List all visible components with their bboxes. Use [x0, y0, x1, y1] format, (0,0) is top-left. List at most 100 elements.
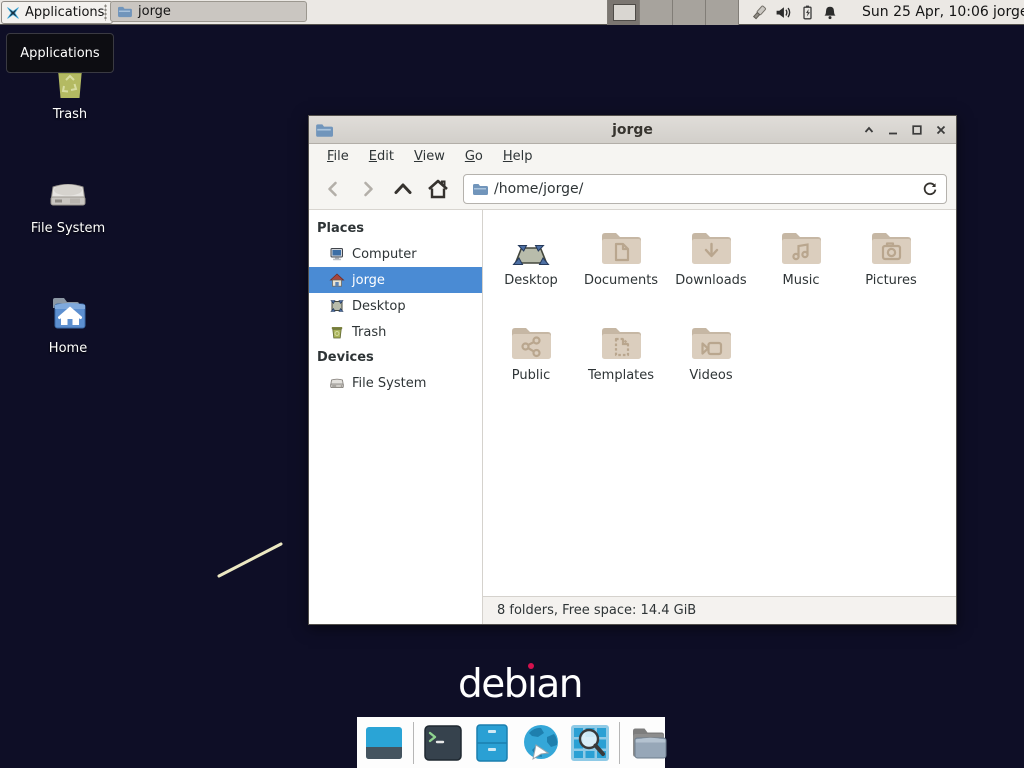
desktop-icon-file-system[interactable]: File System: [13, 170, 123, 236]
file-item-downloads[interactable]: Downloads: [666, 222, 756, 317]
workspace-3[interactable]: [673, 0, 706, 25]
tooltip-text: Applications: [20, 46, 99, 61]
desktop-icon-home[interactable]: Home: [13, 290, 123, 356]
file-label: Public: [512, 368, 550, 383]
desktop-icon-label: File System: [31, 221, 105, 236]
taskbar-window-label: jorge: [138, 4, 171, 19]
file-label: Documents: [584, 273, 658, 288]
sidebar-item-label: File System: [352, 376, 426, 391]
file-item-pictures[interactable]: Pictures: [846, 222, 936, 317]
music-folder-icon: [777, 222, 825, 270]
document-folder-icon: [597, 222, 645, 270]
sidebar-item-jorge[interactable]: jorge: [309, 267, 482, 293]
logo-text: deb: [458, 662, 527, 707]
file-item-templates[interactable]: Templates: [576, 317, 666, 412]
public-share-folder-icon: [507, 317, 555, 365]
battery-icon[interactable]: [799, 4, 815, 21]
file-label: Pictures: [865, 273, 916, 288]
path-folder-icon: [472, 182, 488, 196]
menu-help[interactable]: Help: [493, 146, 543, 167]
window-titlebar[interactable]: jorge: [309, 116, 956, 144]
forward-button[interactable]: [353, 175, 383, 203]
xfce-applications-icon: [5, 5, 21, 21]
file-item-public[interactable]: Public: [486, 317, 576, 412]
app-finder-launcher[interactable]: [570, 723, 610, 763]
file-item-documents[interactable]: Documents: [576, 222, 666, 317]
removable-device-icon[interactable]: [750, 4, 768, 22]
sidebar-item-trash[interactable]: Trash: [309, 319, 482, 345]
file-manager-window: jorge File: [308, 115, 957, 625]
path-input[interactable]: [494, 181, 916, 197]
file-label: Templates: [588, 368, 654, 383]
shade-button[interactable]: [862, 123, 875, 136]
menu-view[interactable]: View: [404, 146, 455, 167]
dock: [357, 717, 665, 768]
workspace-window-miniature: [613, 4, 636, 21]
top-panel: Applications jorge: [0, 0, 1024, 25]
menu-edit[interactable]: Edit: [359, 146, 404, 167]
show-desktop-button[interactable]: [364, 723, 404, 763]
file-label: Music: [783, 273, 820, 288]
desktop-icon: [507, 222, 555, 270]
panel-clock[interactable]: Sun 25 Apr, 10:06: [862, 0, 989, 25]
panel-handle[interactable]: [104, 4, 107, 21]
maximize-button[interactable]: [910, 123, 923, 136]
applications-tooltip: Applications: [6, 33, 114, 73]
home-button[interactable]: [423, 175, 453, 203]
path-bar[interactable]: [463, 174, 947, 204]
desktop-icon: [329, 298, 345, 314]
terminal-launcher[interactable]: [423, 723, 463, 763]
notifications-bell-icon[interactable]: [822, 5, 838, 21]
desktop-icon-label: Home: [49, 341, 87, 356]
back-button[interactable]: [318, 175, 348, 203]
applications-menu-button[interactable]: Applications: [1, 1, 113, 24]
menu-go[interactable]: Go: [455, 146, 493, 167]
pictures-folder-icon: [867, 222, 915, 270]
computer-icon: [329, 246, 345, 262]
panel-user-label[interactable]: jorge: [993, 0, 1024, 25]
menu-file[interactable]: File: [317, 146, 359, 167]
sidebar-item-computer[interactable]: Computer: [309, 241, 482, 267]
file-label: Videos: [689, 368, 732, 383]
file-label: Downloads: [675, 273, 746, 288]
trash-icon: [329, 324, 345, 340]
window-folder-icon: [315, 122, 333, 138]
sidebar-item-label: Desktop: [352, 299, 406, 314]
sidebar-item-label: Computer: [352, 247, 417, 262]
sidebar-item-file-system[interactable]: File System: [309, 370, 482, 396]
close-button[interactable]: [934, 123, 947, 136]
minimize-button[interactable]: [886, 123, 899, 136]
desktop-screen: Applications jorge: [0, 0, 1024, 768]
debian-red-dot: [528, 663, 534, 669]
web-browser-launcher[interactable]: [521, 723, 561, 763]
status-text: 8 folders, Free space: 14.4 GiB: [497, 603, 696, 618]
workspace-2[interactable]: [640, 0, 673, 25]
workspace-1[interactable]: [607, 0, 640, 25]
sidebar-item-label: Trash: [352, 325, 386, 340]
desktop-icon-label: Trash: [53, 107, 87, 122]
downloads-folder-icon: [687, 222, 735, 270]
folder-icon: [117, 5, 132, 18]
file-label: Desktop: [504, 273, 558, 288]
taskbar-window-button[interactable]: jorge: [110, 1, 307, 22]
folder-launcher[interactable]: [629, 723, 669, 763]
up-button[interactable]: [388, 175, 418, 203]
sidebar-item-label: jorge: [352, 273, 385, 288]
reload-icon[interactable]: [922, 181, 938, 197]
file-item-music[interactable]: Music: [756, 222, 846, 317]
sidebar-devices-header: Devices: [309, 345, 482, 370]
sidebar-item-desktop[interactable]: Desktop: [309, 293, 482, 319]
window-title: jorge: [309, 122, 956, 138]
volume-icon[interactable]: [775, 4, 792, 21]
home-folder-icon: [45, 290, 91, 336]
file-item-videos[interactable]: Videos: [666, 317, 756, 412]
workspace-4[interactable]: [706, 0, 739, 25]
workspace-pager[interactable]: [607, 0, 739, 25]
system-tray: [750, 0, 838, 25]
debian-wallpaper-logo: debıan: [458, 662, 582, 707]
dock-separator: [413, 722, 414, 764]
file-item-desktop[interactable]: Desktop: [486, 222, 576, 317]
videos-folder-icon: [687, 317, 735, 365]
status-bar: 8 folders, Free space: 14.4 GiB: [483, 596, 956, 624]
file-manager-launcher[interactable]: [472, 723, 512, 763]
